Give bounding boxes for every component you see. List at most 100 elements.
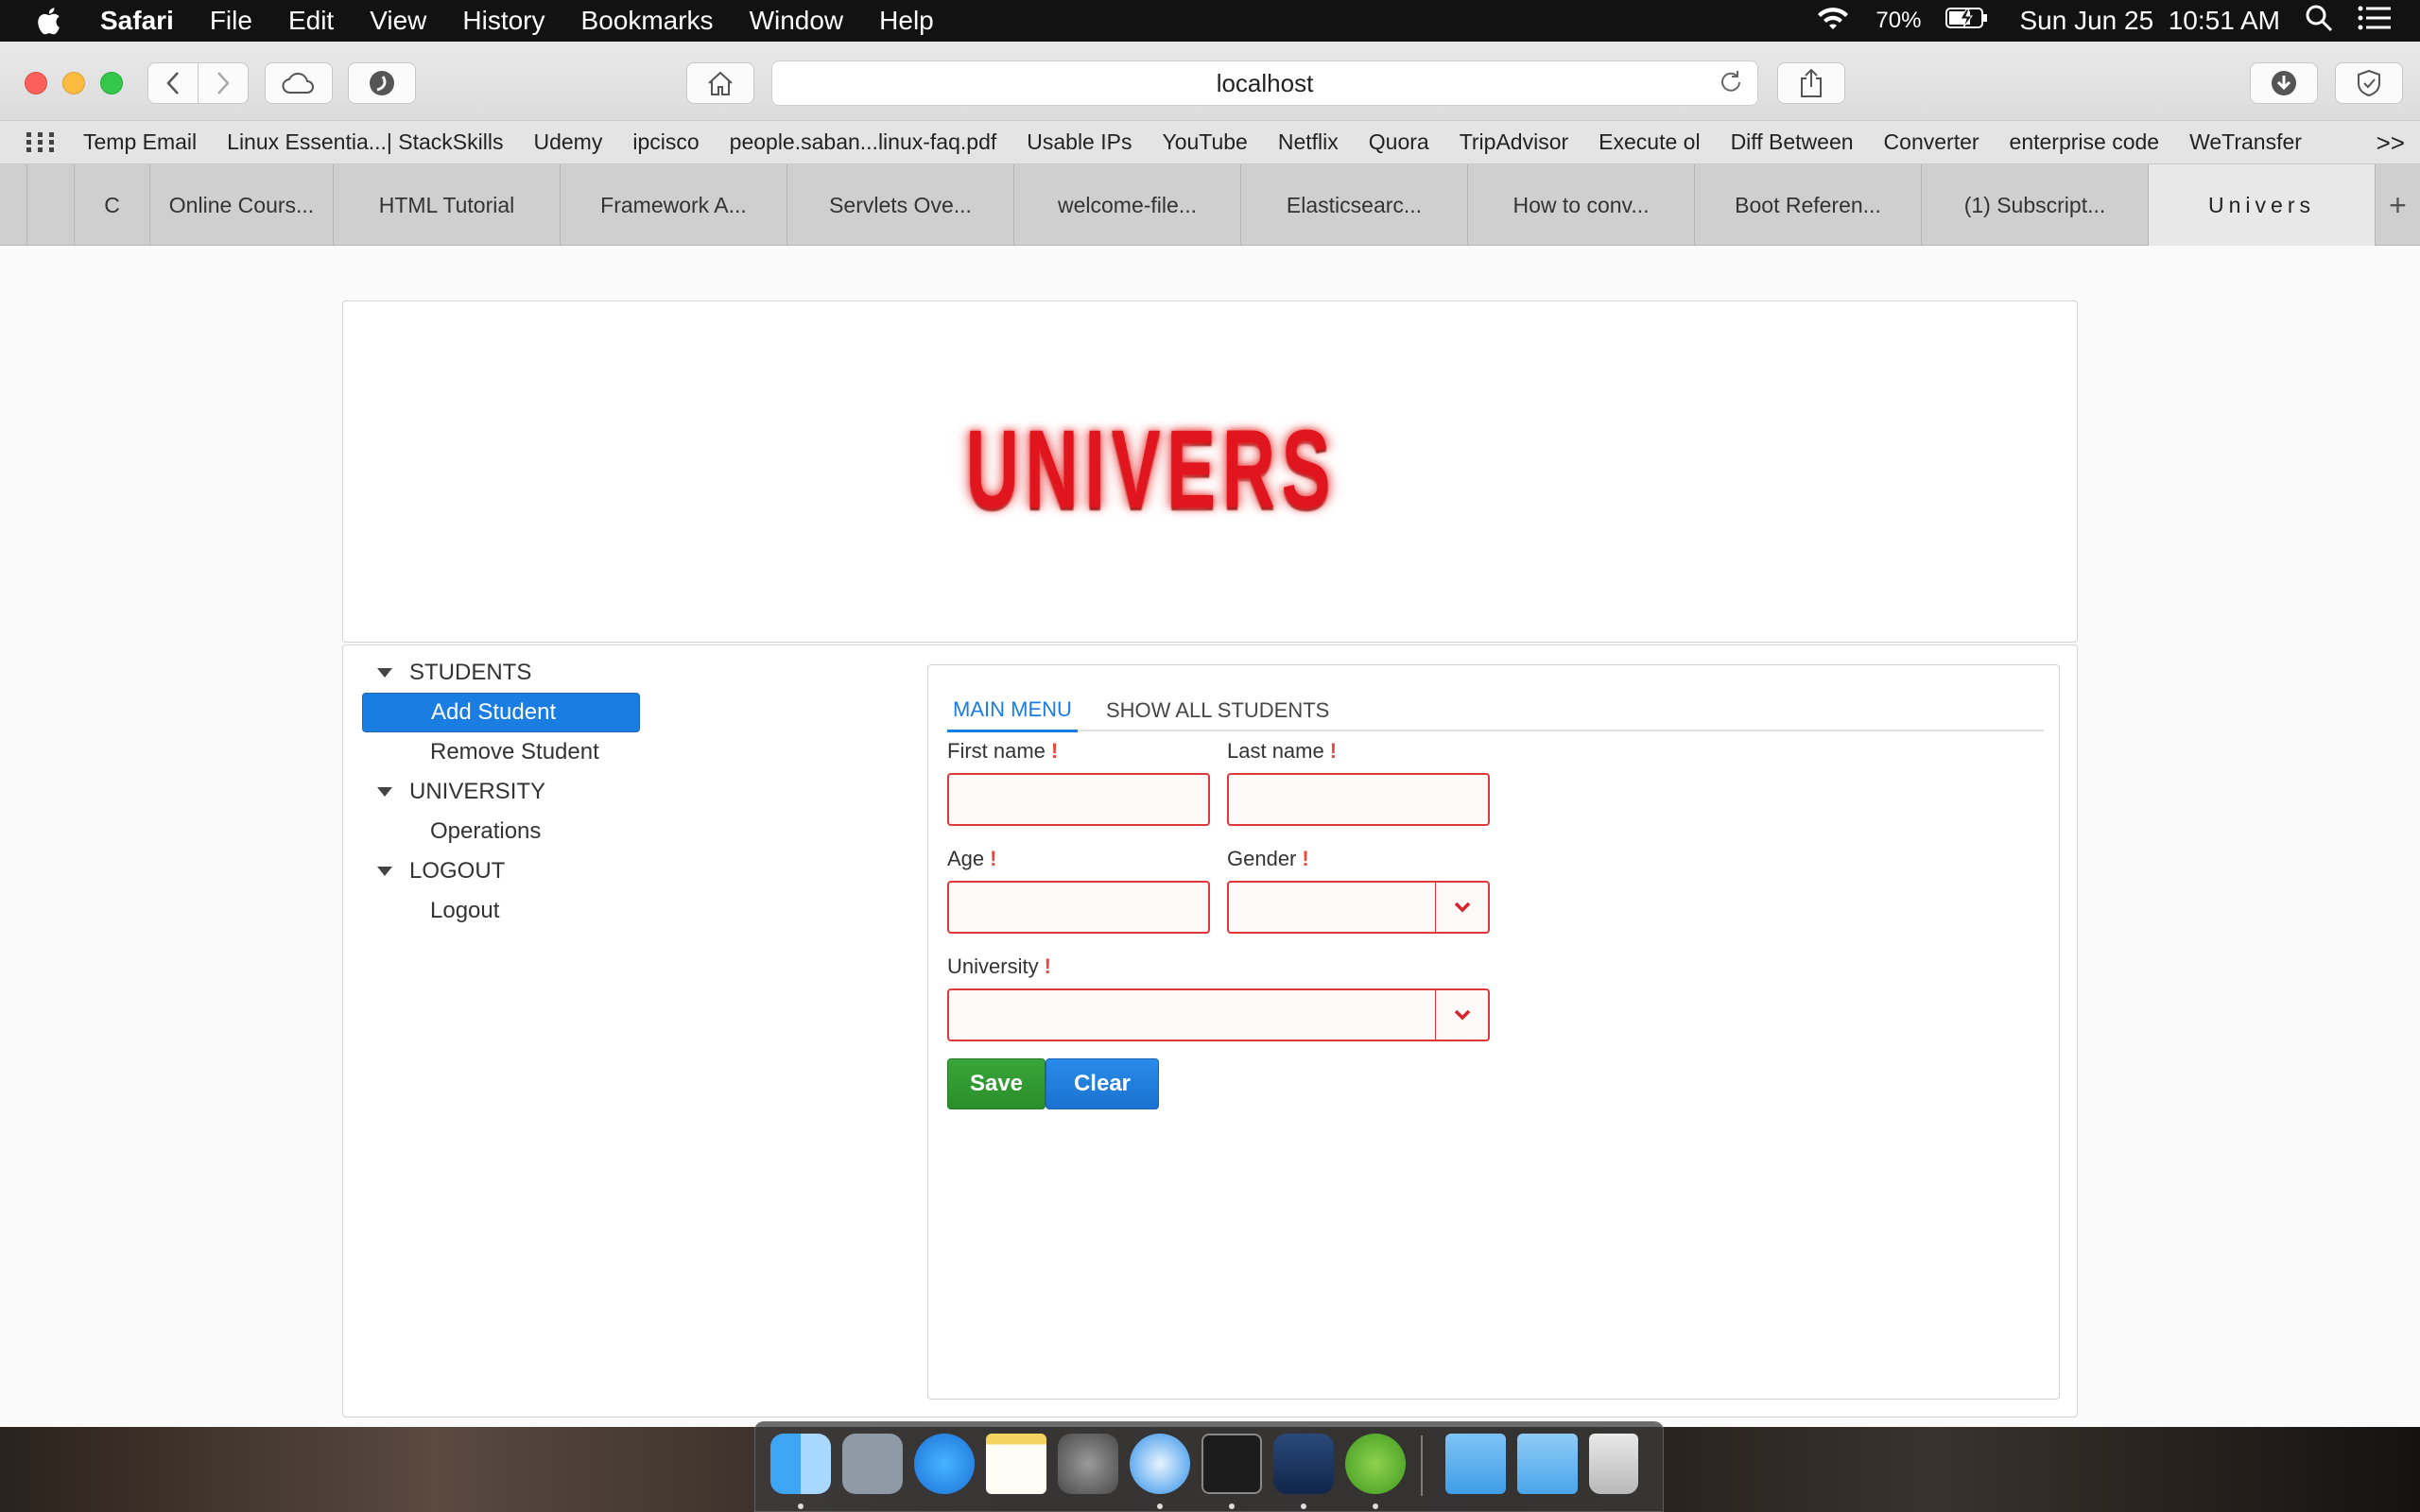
browser-tab[interactable]: Boot Referen... — [1694, 164, 1921, 246]
chevron-down-icon[interactable] — [1435, 883, 1488, 932]
browser-tab[interactable]: C — [74, 164, 149, 246]
header-panel: U N I V E R S — [342, 301, 2078, 643]
tree-item-remove-student[interactable]: Remove Student — [362, 732, 599, 772]
browser-tab-active[interactable]: Univers — [2148, 164, 2375, 246]
wifi-icon[interactable] — [1815, 5, 1851, 38]
running-indicator — [1157, 1503, 1163, 1509]
back-button[interactable] — [147, 62, 199, 104]
folder-icon[interactable] — [1445, 1434, 1506, 1494]
bookmark-item[interactable]: Converter — [1884, 129, 1979, 155]
trash-icon[interactable] — [1589, 1434, 1638, 1494]
bookmark-item[interactable]: enterprise code — [2010, 129, 2160, 155]
home-button[interactable] — [686, 62, 754, 104]
forward-button[interactable] — [198, 62, 249, 104]
univers-logo: U N I V E R S — [965, 407, 1331, 532]
bookmark-item[interactable]: Netflix — [1278, 129, 1339, 155]
menu-safari[interactable]: Safari — [100, 6, 174, 36]
save-button[interactable]: Save — [947, 1058, 1046, 1109]
last-name-input[interactable] — [1227, 773, 1490, 826]
tab-show-all-students[interactable]: SHOW ALL STUDENTS — [1100, 690, 1335, 731]
bookmark-item[interactable]: Temp Email — [83, 129, 197, 155]
bookmark-item[interactable]: ipcisco — [632, 129, 699, 155]
share-button[interactable] — [1777, 62, 1845, 104]
bookmark-item[interactable]: people.saban...linux-faq.pdf — [730, 129, 997, 155]
more-bookmarks-button[interactable]: >> — [2377, 129, 2405, 158]
tree-group-logout[interactable]: LOGOUT — [377, 851, 505, 891]
required-indicator: ! — [990, 847, 997, 870]
required-indicator: ! — [1044, 954, 1051, 978]
tree-group-university[interactable]: UNIVERSITY — [377, 772, 545, 812]
battery-icon[interactable] — [1945, 6, 1989, 36]
tree-item-operations[interactable]: Operations — [362, 812, 541, 851]
browser-tab[interactable]: Elasticsearc... — [1240, 164, 1467, 246]
new-tab-button[interactable]: + — [2375, 164, 2420, 246]
menu-help[interactable]: Help — [879, 6, 934, 36]
clear-button[interactable]: Clear — [1046, 1058, 1159, 1109]
bookmark-item[interactable]: TripAdvisor — [1460, 129, 1568, 155]
bookmark-item[interactable]: Quora — [1369, 129, 1429, 155]
required-indicator: ! — [1329, 739, 1338, 763]
menu-edit[interactable]: Edit — [288, 6, 334, 36]
menu-window[interactable]: Window — [750, 6, 844, 36]
university-select[interactable] — [947, 988, 1490, 1041]
zoom-window-button[interactable] — [100, 72, 123, 94]
shield-extension-button[interactable] — [2335, 62, 2403, 104]
notification-center-icon[interactable] — [2358, 6, 2392, 37]
cloud-icon — [282, 72, 314, 94]
age-input[interactable] — [947, 881, 1210, 934]
bookmark-item[interactable]: YouTube — [1162, 129, 1247, 155]
address-bar[interactable]: localhost — [771, 60, 1758, 106]
spring-tool-suite-icon[interactable] — [1345, 1434, 1406, 1494]
menu-bookmarks[interactable]: Bookmarks — [581, 6, 714, 36]
browser-tab[interactable] — [26, 164, 74, 246]
extension-icon — [370, 71, 394, 95]
menu-clock[interactable]: Sun Jun 25 10:51 AM — [2019, 6, 2280, 36]
minimize-window-button[interactable] — [62, 72, 85, 94]
browser-tab[interactable]: HTML Tutorial — [333, 164, 560, 246]
first-name-input[interactable] — [947, 773, 1210, 826]
gender-select[interactable] — [1227, 881, 1490, 934]
app-store-icon[interactable] — [914, 1434, 975, 1494]
icloud-tabs-button[interactable] — [265, 62, 333, 104]
browser-tab[interactable]: Online Cours... — [149, 164, 333, 246]
browser-tab[interactable]: welcome-file... — [1013, 164, 1240, 246]
menu-view[interactable]: View — [370, 6, 426, 36]
browser-toolbar: localhost — [0, 42, 2420, 121]
safari-icon[interactable] — [1130, 1434, 1190, 1494]
close-window-button[interactable] — [25, 72, 47, 94]
tree-item-logout[interactable]: Logout — [362, 891, 499, 931]
reload-icon[interactable] — [1718, 69, 1744, 102]
bookmark-item[interactable]: Execute ol — [1599, 129, 1700, 155]
apple-menu-icon[interactable] — [36, 7, 74, 35]
browser-tab[interactable]: Servlets Ove... — [786, 164, 1013, 246]
menu-file[interactable]: File — [210, 6, 252, 36]
finder-icon[interactable] — [770, 1434, 831, 1494]
notes-icon[interactable] — [986, 1434, 1046, 1494]
downloads-button[interactable] — [2250, 62, 2318, 104]
menu-history[interactable]: History — [462, 6, 544, 36]
browser-tab[interactable]: Framework A... — [560, 164, 786, 246]
applications-folder-icon[interactable] — [1517, 1434, 1578, 1494]
share-icon — [1801, 68, 1822, 97]
photos-app-icon[interactable] — [842, 1434, 903, 1494]
terminal-icon[interactable] — [1201, 1434, 1262, 1494]
bookmark-item[interactable]: Udemy — [533, 129, 602, 155]
extension-button[interactable] — [348, 62, 416, 104]
bookmark-item[interactable]: WeTransfer — [2189, 129, 2302, 155]
tree-group-students[interactable]: STUDENTS — [377, 653, 531, 693]
system-preferences-icon[interactable] — [1058, 1434, 1118, 1494]
browser-tab[interactable]: How to conv... — [1467, 164, 1694, 246]
spotlight-icon[interactable] — [2305, 4, 2333, 39]
bookmark-item[interactable]: Usable IPs — [1027, 129, 1132, 155]
mysql-workbench-icon[interactable] — [1273, 1434, 1334, 1494]
home-icon — [708, 71, 733, 95]
bookmark-item[interactable]: Diff Between — [1731, 129, 1854, 155]
tab-main-menu[interactable]: MAIN MENU — [947, 690, 1078, 732]
tree-item-add-student[interactable]: Add Student — [362, 693, 640, 732]
show-all-bookmarks-icon[interactable] — [26, 131, 55, 153]
chevron-down-icon[interactable] — [1435, 990, 1488, 1040]
browser-tab[interactable]: (1) Subscript... — [1921, 164, 2148, 246]
gender-label: Gender! — [1227, 847, 1309, 870]
bookmark-item[interactable]: Linux Essentia...| StackSkills — [227, 129, 503, 155]
chevron-right-icon — [217, 72, 230, 94]
